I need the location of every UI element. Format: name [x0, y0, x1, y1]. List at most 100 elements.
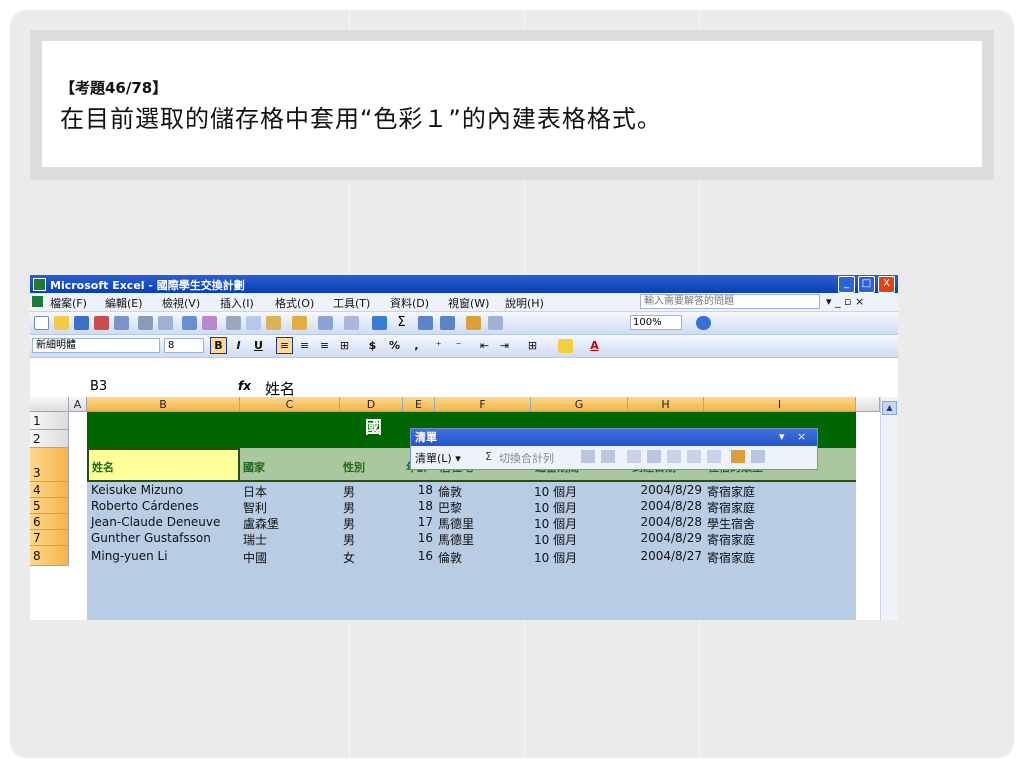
column-header-b[interactable]: B: [87, 397, 240, 412]
cell-gender[interactable]: 男: [340, 515, 355, 532]
pivot-icon[interactable]: [751, 450, 765, 463]
print-icon[interactable]: [138, 316, 153, 330]
row-header-7[interactable]: 7: [30, 530, 69, 546]
menu-tools[interactable]: 工具(T): [333, 295, 370, 311]
view-list-icon[interactable]: [707, 450, 721, 463]
cell-gender[interactable]: 男: [340, 499, 355, 516]
print-list-icon[interactable]: [601, 450, 615, 463]
list-toolbar-dropdown[interactable]: ▾: [779, 430, 785, 443]
column-header-f[interactable]: F: [435, 397, 531, 412]
cell-arrival[interactable]: 2004/8/28: [628, 515, 704, 529]
document-controls[interactable]: ▾ _ ▫ ×: [826, 295, 864, 308]
cell-residence[interactable]: 巴黎: [435, 499, 462, 516]
sort-descending-icon[interactable]: [440, 316, 455, 330]
column-header-h[interactable]: H: [628, 397, 704, 412]
cell-residence[interactable]: 馬德里: [435, 531, 474, 548]
align-right-icon[interactable]: ≡: [316, 337, 333, 354]
column-header-e[interactable]: E: [403, 397, 435, 412]
cell-age[interactable]: 18: [403, 483, 435, 497]
cell-age[interactable]: 17: [403, 515, 435, 529]
align-center-icon[interactable]: ≡: [296, 337, 313, 354]
currency-button[interactable]: $: [364, 337, 381, 354]
cell-gender[interactable]: 男: [340, 483, 355, 500]
cell-residence[interactable]: 倫敦: [435, 549, 462, 566]
cell-housing[interactable]: 寄宿家庭: [704, 499, 755, 516]
cell-arrival[interactable]: 2004/8/27: [628, 549, 704, 563]
cell-residence[interactable]: 倫敦: [435, 483, 462, 500]
cell-arrival[interactable]: 2004/8/29: [628, 531, 704, 545]
increase-indent-icon[interactable]: ⇥: [496, 337, 513, 354]
cell-name[interactable]: Roberto Cárdenes: [88, 499, 199, 513]
cell-gender[interactable]: 女: [340, 549, 355, 566]
workbook-icon[interactable]: [32, 296, 43, 307]
copy-icon[interactable]: [246, 316, 261, 330]
cell-arrival[interactable]: 2004/8/29: [628, 483, 704, 497]
cell-name[interactable]: Ming-yuen Li: [88, 549, 168, 563]
cell-name[interactable]: Gunther Gustafsson: [88, 531, 211, 545]
increase-decimal-icon[interactable]: ⁺: [430, 337, 447, 354]
chart-icon[interactable]: [731, 450, 745, 463]
cell-name[interactable]: Jean-Claude Deneuve: [88, 515, 220, 529]
font-name-select[interactable]: 新細明體: [32, 338, 160, 353]
comma-button[interactable]: ,: [408, 337, 425, 354]
hyperlink-icon[interactable]: [372, 316, 387, 330]
bold-button[interactable]: B: [210, 337, 227, 354]
list-properties-icon[interactable]: [667, 450, 681, 463]
menu-file[interactable]: 檔案(F): [50, 295, 87, 311]
toggle-total-icon[interactable]: Σ: [485, 450, 492, 463]
select-all-corner[interactable]: [30, 397, 69, 412]
name-box[interactable]: B3: [30, 378, 230, 395]
toggle-total-row-button[interactable]: 切換合計列: [499, 450, 554, 466]
column-header-i[interactable]: I: [704, 397, 856, 412]
menu-window[interactable]: 視窗(W): [448, 295, 489, 311]
column-header-c[interactable]: C: [240, 397, 340, 412]
cell-gender[interactable]: 男: [340, 531, 355, 548]
permission-icon[interactable]: [94, 316, 109, 330]
cell-housing[interactable]: 寄宿家庭: [704, 549, 755, 566]
list-toolbar-close-button[interactable]: ×: [797, 430, 806, 443]
insert-function-icon[interactable]: fx: [238, 379, 251, 393]
new-icon[interactable]: [34, 316, 49, 330]
paste-icon[interactable]: [266, 316, 281, 330]
vertical-scrollbar[interactable]: ▲: [880, 397, 898, 620]
cell-name[interactable]: Keisuke Mizuno: [88, 483, 183, 497]
formula-content[interactable]: 姓名: [265, 378, 295, 399]
list-menu-button[interactable]: 清單(L) ▾: [415, 450, 461, 466]
drawing-icon[interactable]: [488, 316, 503, 330]
cell-age[interactable]: 16: [403, 549, 435, 563]
close-button[interactable]: X: [878, 276, 895, 293]
cell-stay[interactable]: 10 個月: [531, 515, 577, 532]
cell-housing[interactable]: 寄宿家庭: [704, 483, 755, 500]
row-header-5[interactable]: 5: [30, 498, 69, 514]
minimize-button[interactable]: _: [838, 276, 855, 293]
menu-edit[interactable]: 編輯(E): [105, 295, 143, 311]
edit-list-icon[interactable]: [687, 450, 701, 463]
cell-housing[interactable]: 寄宿家庭: [704, 531, 755, 548]
percent-button[interactable]: %: [386, 337, 403, 354]
restore-button[interactable]: □: [858, 276, 875, 293]
open-icon[interactable]: [54, 316, 69, 330]
font-size-select[interactable]: 8: [164, 338, 204, 353]
row-header-8[interactable]: 8: [30, 546, 69, 566]
font-color-icon[interactable]: A: [586, 337, 603, 354]
email-icon[interactable]: [114, 316, 129, 330]
row-header-3[interactable]: 3: [30, 448, 69, 482]
borders-icon[interactable]: ⊞: [524, 337, 541, 354]
undo-icon[interactable]: [318, 316, 333, 330]
decrease-decimal-icon[interactable]: ⁻: [450, 337, 467, 354]
column-header-g[interactable]: G: [531, 397, 628, 412]
research-icon[interactable]: [202, 316, 217, 330]
resize-list-icon[interactable]: [581, 450, 595, 463]
align-left-icon[interactable]: ≡: [276, 337, 293, 354]
scroll-up-icon[interactable]: ▲: [882, 401, 897, 415]
cut-icon[interactable]: [226, 316, 241, 330]
cell-country[interactable]: 智利: [240, 499, 267, 516]
row-header-2[interactable]: 2: [30, 430, 69, 448]
autosum-icon[interactable]: Σ: [394, 316, 409, 330]
column-header-d[interactable]: D: [340, 397, 403, 412]
cell-stay[interactable]: 10 個月: [531, 531, 577, 548]
cell-country[interactable]: 中國: [240, 549, 267, 566]
save-icon[interactable]: [74, 316, 89, 330]
decrease-indent-icon[interactable]: ⇤: [476, 337, 493, 354]
menu-help[interactable]: 說明(H): [505, 295, 544, 311]
